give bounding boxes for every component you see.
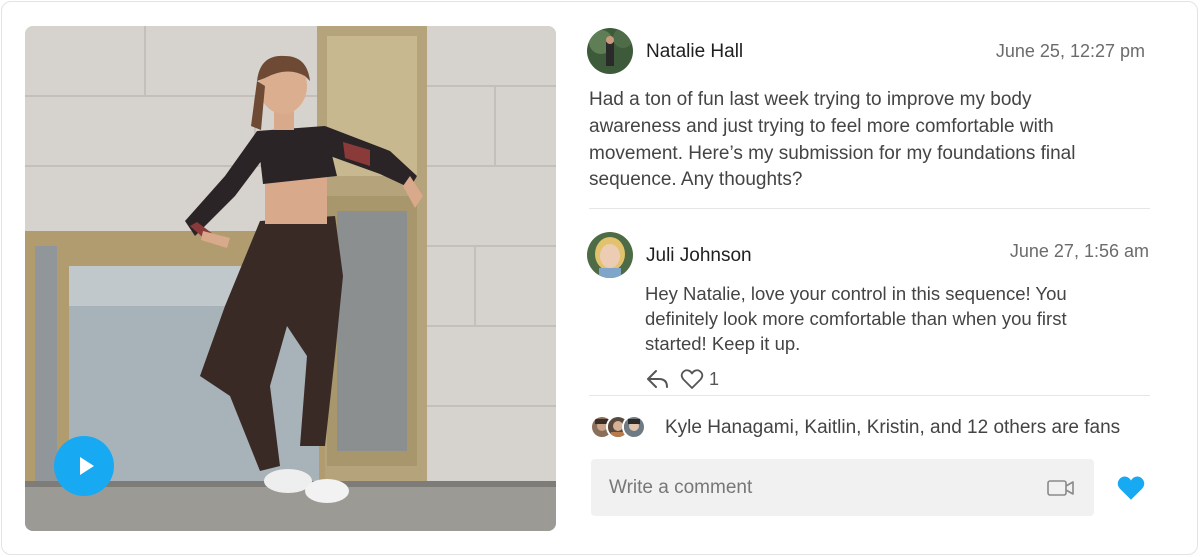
fan-avatar — [622, 415, 646, 439]
divider — [589, 395, 1150, 396]
like-button[interactable]: 1 — [680, 368, 719, 390]
reply-button[interactable] — [646, 368, 670, 390]
comment-author-name[interactable]: Juli Johnson — [646, 245, 752, 267]
comment-actions: 1 — [646, 368, 719, 390]
commenter-avatar[interactable] — [587, 232, 633, 278]
play-button[interactable] — [54, 436, 114, 496]
post-body-line: movement. Here’s my submission for my fo… — [589, 143, 1076, 164]
heart-filled-icon — [1117, 476, 1145, 500]
reply-icon — [647, 370, 668, 388]
post-body-line: Had a ton of fun last week trying to imp… — [589, 89, 1032, 110]
comment-body-line: definitely look more comfortable than wh… — [645, 308, 1067, 329]
author-avatar-image — [587, 28, 633, 74]
fan-heart-button[interactable] — [1116, 474, 1146, 506]
post-video[interactable] — [25, 26, 556, 531]
divider — [589, 208, 1150, 209]
video-camera-icon — [1047, 480, 1074, 496]
comment-date: June 27, 1:56 am — [1009, 241, 1149, 261]
like-count: 1 — [709, 368, 720, 389]
video-upload-button[interactable] — [1047, 479, 1075, 502]
fans-summary[interactable]: Kyle Hanagami, Kaitlin, Kristin, and 12 … — [665, 417, 1120, 439]
post-body-line: sequence. Any thoughts? — [589, 169, 803, 190]
heart-outline-icon — [680, 369, 704, 389]
post-date: June 25, 12:27 pm — [995, 41, 1145, 61]
comment-composer[interactable] — [591, 459, 1094, 516]
post-body-line: awareness and just trying to feel more c… — [589, 116, 1054, 137]
commenter-avatar-image — [587, 232, 633, 278]
play-icon — [79, 457, 94, 475]
post-author-name[interactable]: Natalie Hall — [646, 41, 743, 63]
comment-body-line: started! Keep it up. — [645, 333, 801, 354]
author-avatar[interactable] — [587, 28, 633, 74]
comment-body-line: Hey Natalie, love your control in this s… — [645, 283, 1067, 304]
fans-avatars[interactable] — [590, 415, 650, 441]
comment-input[interactable] — [609, 459, 1029, 516]
